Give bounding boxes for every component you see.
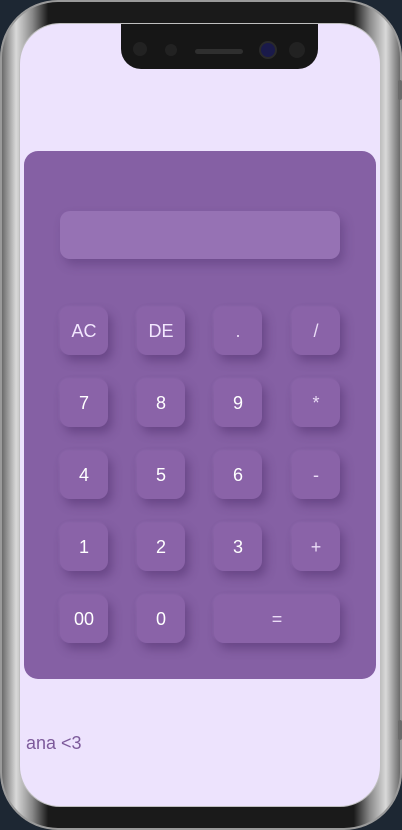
side-button <box>398 720 402 740</box>
digit-8-button[interactable]: 8 <box>137 379 185 427</box>
multiply-button[interactable]: * <box>292 379 340 427</box>
digit-5-button[interactable]: 5 <box>137 451 185 499</box>
plus-button[interactable]: + <box>292 523 340 571</box>
digit-7-button[interactable]: 7 <box>60 379 108 427</box>
digit-0-button[interactable]: 0 <box>137 595 185 643</box>
sensor-icon <box>133 42 147 56</box>
divide-button[interactable]: / <box>292 307 340 355</box>
phone-notch <box>121 24 318 69</box>
sensor-icon <box>165 44 177 56</box>
delete-button[interactable]: DE <box>137 307 185 355</box>
calculator-display <box>60 211 340 259</box>
clear-all-button[interactable]: AC <box>60 307 108 355</box>
sensor-icon <box>289 42 305 58</box>
speaker-grille <box>195 49 243 54</box>
digit-2-button[interactable]: 2 <box>137 523 185 571</box>
double-zero-button[interactable]: 00 <box>60 595 108 643</box>
digit-6-button[interactable]: 6 <box>214 451 262 499</box>
calculator-panel: AC DE . / 7 8 9 * 4 5 6 - 1 2 3 + 00 0 = <box>24 151 376 679</box>
equals-button[interactable]: = <box>214 595 340 643</box>
camera-icon <box>261 43 275 57</box>
digit-1-button[interactable]: 1 <box>60 523 108 571</box>
decimal-button[interactable]: . <box>214 307 262 355</box>
digit-4-button[interactable]: 4 <box>60 451 108 499</box>
footer-signature: ana <3 <box>26 733 82 753</box>
minus-button[interactable]: - <box>292 451 340 499</box>
digit-9-button[interactable]: 9 <box>214 379 262 427</box>
digit-3-button[interactable]: 3 <box>214 523 262 571</box>
side-button <box>398 80 402 100</box>
